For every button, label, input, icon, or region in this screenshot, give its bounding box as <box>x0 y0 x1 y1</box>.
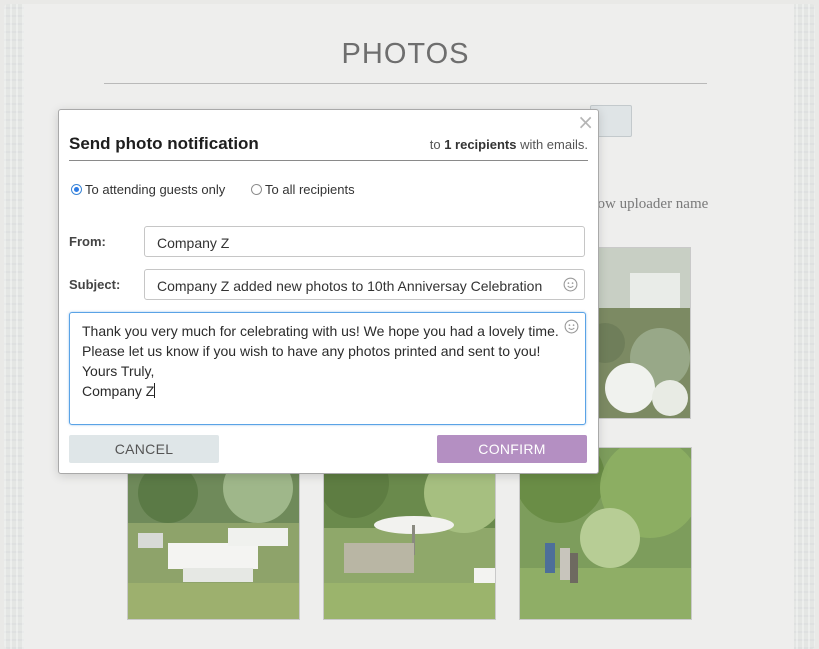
message-line: Please let us know if you wish to have a… <box>82 343 541 359</box>
photo-thumbnail[interactable] <box>127 472 300 620</box>
message-line: Company Z <box>82 383 155 399</box>
radio-all-recipients[interactable]: To all recipients <box>251 182 355 197</box>
send-photo-notification-dialog: × Send photo notification to 1 recipient… <box>58 109 599 474</box>
photo-thumbnail[interactable] <box>323 472 496 620</box>
message-line: Yours Truly, <box>82 363 155 379</box>
recipients-count: 1 recipients <box>444 137 517 152</box>
subject-label: Subject: <box>69 277 121 292</box>
from-field[interactable]: Company Z <box>144 226 585 257</box>
from-label: From: <box>69 234 106 249</box>
radio-selected-icon[interactable] <box>71 184 82 195</box>
emoji-icon[interactable] <box>564 319 579 334</box>
dialog-title: Send photo notification <box>69 134 259 153</box>
radio-unselected-icon[interactable] <box>251 184 262 195</box>
photo-thumbnail[interactable] <box>589 247 691 419</box>
cancel-button[interactable]: CANCEL <box>69 435 219 463</box>
message-line: Thank you very much for celebrating with… <box>82 323 559 339</box>
message-line-last: Company Z <box>82 381 573 401</box>
message-textarea[interactable]: Thank you very much for celebrating with… <box>69 312 586 425</box>
recipients-summary: to 1 recipients with emails. <box>430 137 588 152</box>
emoji-icon[interactable] <box>563 277 578 292</box>
subject-text: Company Z added new photos to 10th Anniv… <box>157 278 543 294</box>
recipients-suffix: with emails. <box>520 137 588 152</box>
show-uploader-name-label[interactable]: how uploader name <box>590 196 708 213</box>
radio-attending-guests[interactable]: To attending guests only <box>71 182 225 197</box>
confirm-button[interactable]: CONFIRM <box>437 435 587 463</box>
close-icon[interactable]: × <box>577 110 594 134</box>
radio-all-recipients-label: To all recipients <box>265 182 355 197</box>
dialog-divider <box>69 160 588 161</box>
recipients-prefix: to <box>429 137 441 152</box>
radio-attending-guests-label: To attending guests only <box>85 182 226 197</box>
subject-field[interactable]: Company Z added new photos to 10th Anniv… <box>144 269 585 300</box>
text-caret <box>154 383 156 398</box>
page-title: PHOTOS <box>341 38 470 70</box>
title-divider <box>104 83 707 84</box>
